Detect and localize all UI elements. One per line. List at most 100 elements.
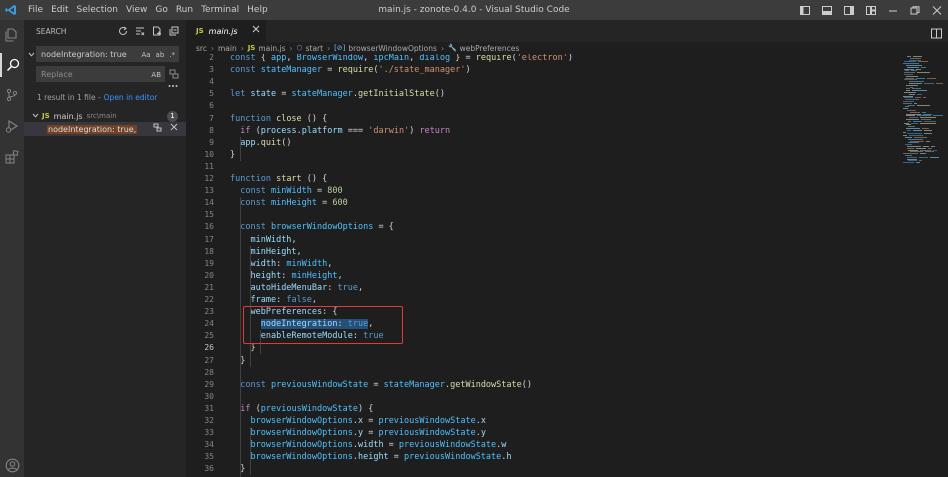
toggle-replace-chevron-icon[interactable]: [26, 46, 36, 62]
line-number: 35: [204, 452, 214, 462]
minimap-line: [917, 104, 930, 106]
restore-icon[interactable]: [904, 0, 926, 20]
account-icon[interactable]: [0, 453, 24, 477]
code-line[interactable]: function start () {: [230, 173, 327, 185]
replace-all-icon[interactable]: [169, 69, 179, 81]
window-controls: [794, 0, 948, 20]
code-line[interactable]: if (previousWindowState) {: [230, 403, 373, 415]
toggle-panel-icon[interactable]: [816, 0, 838, 20]
split-editor-icon[interactable]: [931, 24, 942, 43]
line-number: 4: [209, 77, 214, 87]
code-line[interactable]: const browserWindowOptions = {: [230, 221, 394, 233]
breadcrumb-file[interactable]: main.js: [258, 44, 285, 53]
menu-view[interactable]: View: [122, 0, 151, 20]
code-line[interactable]: frame: false,: [230, 294, 317, 306]
code-line[interactable]: const stateManager = require('./state_ma…: [230, 64, 471, 76]
explorer-icon[interactable]: [0, 23, 24, 47]
minimize-icon[interactable]: [882, 0, 904, 20]
line-number: 31: [204, 403, 214, 413]
more-options-icon[interactable]: [168, 81, 178, 91]
menu-edit[interactable]: Edit: [47, 0, 72, 20]
minimap-line: [924, 83, 934, 84]
preserve-case-option[interactable]: AB: [151, 67, 161, 83]
collapse-all-icon[interactable]: [167, 24, 180, 37]
code-line[interactable]: width: minWidth,: [230, 258, 332, 270]
search-icon[interactable]: [0, 53, 24, 77]
code-line[interactable]: }: [230, 149, 235, 161]
clear-results-icon[interactable]: [133, 24, 146, 37]
code-line[interactable]: height: minHeight,: [230, 270, 342, 282]
menu-go[interactable]: Go: [151, 0, 171, 20]
indent-guide: [240, 136, 241, 161]
match-case-option[interactable]: Aa: [141, 47, 150, 63]
breadcrumb-browser-window-options[interactable]: browserWindowOptions: [348, 44, 437, 53]
code-line[interactable]: const previousWindowState = stateManager…: [230, 379, 532, 391]
breadcrumb-src[interactable]: src: [196, 44, 207, 53]
source-control-icon[interactable]: [0, 83, 24, 107]
minimap-line: [911, 122, 918, 124]
breadcrumb-main[interactable]: main: [218, 44, 237, 53]
minimap[interactable]: [900, 54, 948, 477]
extensions-icon[interactable]: [0, 145, 24, 169]
minimap-line: [916, 77, 925, 79]
vscode-logo-icon[interactable]: [4, 3, 18, 17]
customize-layout-icon[interactable]: [860, 0, 882, 20]
line-number: 29: [204, 379, 214, 389]
new-search-editor-icon[interactable]: [150, 24, 163, 37]
minimap-line: [917, 72, 930, 74]
result-count-badge: 1: [167, 111, 178, 122]
indent-guide: [240, 197, 241, 477]
code-line[interactable]: if (process.platform === 'darwin') retur…: [230, 125, 450, 137]
minimap-line: [923, 97, 926, 99]
result-match-row[interactable]: nodeIntegration: true,: [24, 122, 186, 136]
search-input[interactable]: nodeIntegration: true Aa ab .*: [36, 46, 179, 62]
js-file-icon: JS: [196, 27, 204, 35]
tab-label: main.js: [208, 26, 238, 36]
code-line[interactable]: browserWindowOptions.x = previousWindowS…: [230, 415, 485, 427]
code-line[interactable]: const { app, BrowserWindow, ipcMain, dia…: [230, 54, 573, 64]
search-header-label: SEARCH: [36, 26, 67, 36]
minimap-line: [920, 153, 926, 155]
toggle-secondary-sidebar-icon[interactable]: [838, 0, 860, 20]
code-line[interactable]: browserWindowOptions.height = previousWi…: [230, 451, 511, 463]
open-in-editor-link[interactable]: Open in editor: [104, 93, 158, 102]
replace-icon[interactable]: [153, 123, 162, 135]
menu-terminal[interactable]: Terminal: [197, 0, 243, 20]
breadcrumb-web-preferences[interactable]: webPreferences: [460, 44, 520, 53]
result-file-row[interactable]: JS main.js src\main 1: [24, 109, 186, 123]
code-line[interactable]: }: [230, 355, 245, 367]
toggle-sidebar-icon[interactable]: [794, 0, 816, 20]
menu-selection[interactable]: Selection: [73, 0, 122, 20]
code-line[interactable]: browserWindowOptions.width = previousWin…: [230, 439, 506, 451]
use-regex-option[interactable]: .*: [169, 47, 175, 63]
menu-help[interactable]: Help: [243, 0, 272, 20]
line-number: 21: [204, 282, 214, 292]
menu-file[interactable]: File: [24, 0, 47, 20]
dismiss-icon[interactable]: [170, 123, 178, 135]
replace-placeholder: Replace: [41, 70, 73, 79]
tab-main-js[interactable]: JS main.js: [186, 20, 266, 42]
code-line[interactable]: }: [230, 342, 255, 354]
code-line[interactable]: const minWidth = 800: [230, 185, 342, 197]
minimap-line: [926, 140, 930, 142]
close-window-icon[interactable]: [926, 0, 948, 20]
menu-run[interactable]: Run: [172, 0, 197, 20]
code-line[interactable]: const minHeight = 600: [230, 197, 348, 209]
chevron-down-icon[interactable]: [32, 112, 39, 121]
replace-input[interactable]: Replace AB: [36, 66, 165, 82]
code-line[interactable]: function close () {: [230, 113, 327, 125]
code-line[interactable]: browserWindowOptions.y = previousWindowS…: [230, 427, 485, 439]
js-file-icon: JS: [247, 44, 256, 52]
minimap-line: [936, 83, 943, 84]
run-debug-icon[interactable]: [0, 114, 24, 138]
refresh-icon[interactable]: [116, 24, 129, 37]
code-line[interactable]: }: [230, 463, 245, 475]
close-tab-icon[interactable]: [252, 25, 260, 36]
code-line[interactable]: let state = stateManager.getInitialState…: [230, 88, 445, 100]
code-editor[interactable]: 2 3 4 5 6 7 8 9 10 11 12 13 14 15 16 17 18 19 20 21 22 23 24 25…: [186, 54, 900, 477]
breadcrumb-start[interactable]: start: [306, 44, 323, 53]
result-file-name: main.js: [53, 111, 83, 121]
variable-symbol-icon: [⊘]: [334, 44, 346, 52]
match-whole-word-option[interactable]: ab: [156, 47, 165, 63]
line-number: 24: [204, 319, 214, 329]
